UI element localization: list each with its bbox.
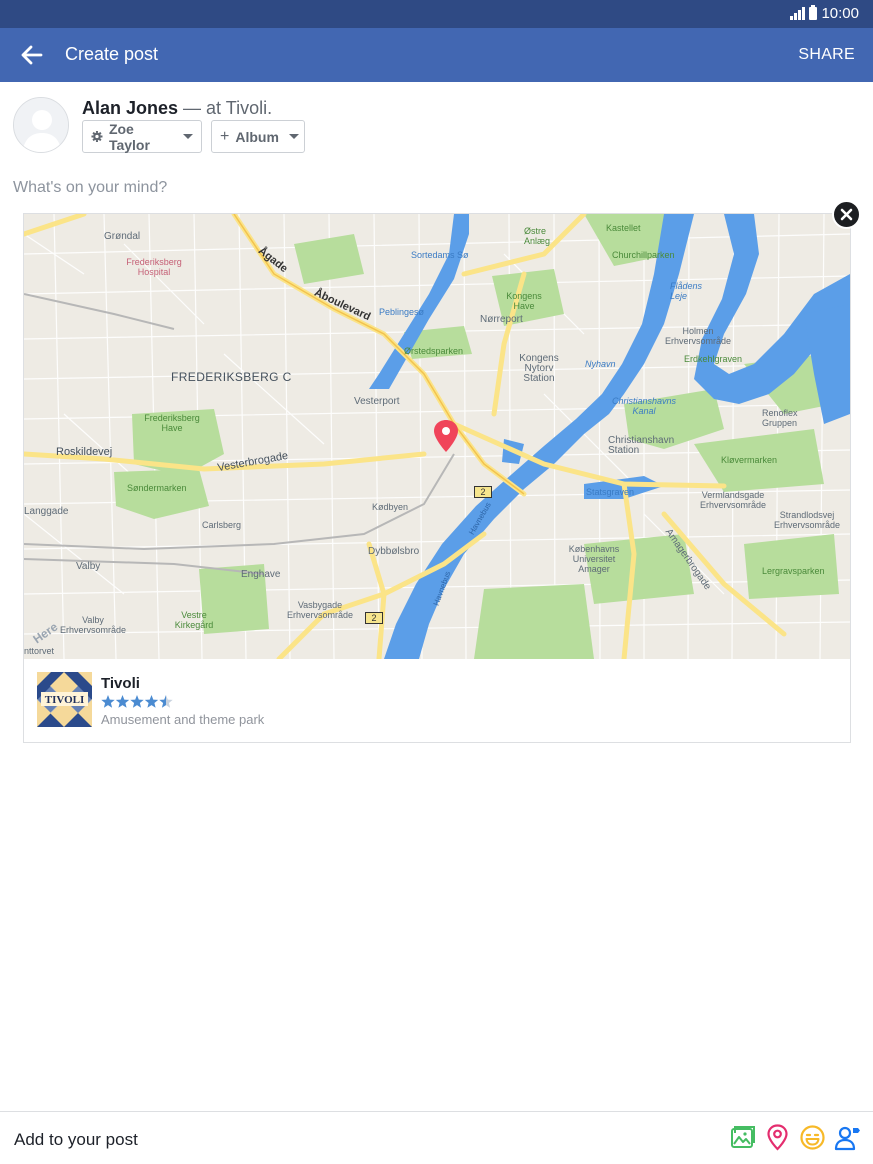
map-attribution: Here [30,619,61,647]
map-label: Christianshavns Kanal [611,396,677,416]
map-label: Vesterport [354,396,400,407]
audience-label: Zoe Taylor [108,120,150,153]
album-label: Album [235,128,279,145]
map-label: Statsgraven [586,487,635,497]
tag-people-icon[interactable] [834,1124,861,1151]
map-label: Havnebus [431,570,453,607]
map-label: Søndermarken [127,483,187,493]
map-label: Churchillparken [612,250,675,260]
battery-icon [809,5,818,20]
map-label: FREDERIKSBERG C [171,370,292,384]
map-label: Kongens Nytorv Station [519,353,559,384]
rating-stars [101,694,176,710]
map-label: Åboulevard [312,286,373,324]
map-label: Vermlandsgade Erhvervsområde [699,490,767,510]
map-label: nttorvet [24,646,55,656]
map-label: Kløvermarken [721,455,778,465]
map-label: Renoflex Gruppen [762,408,798,428]
map-label: Amagerbrogade [662,526,713,593]
author-name[interactable]: Alan Jones [82,98,178,118]
map-label: Ågade [255,244,290,276]
map-label: Vasbygade Erhvervsområde [286,600,354,620]
map-label: Carlsberg [202,520,242,530]
feeling-icon[interactable] [799,1124,826,1151]
default-avatar-icon [14,98,68,152]
app-bar: Create post SHARE [0,28,873,82]
signal-icon [790,7,806,20]
map-view[interactable]: Grøndal Frederiksberg Hospital Ågade Åbo… [24,214,850,659]
tivoli-logo: TIVOLI [37,672,92,727]
photo-icon[interactable] [729,1124,756,1151]
author-line: Alan Jones — at Tivoli. [82,98,272,119]
map-label: Kødbyen [372,502,409,512]
add-to-post-icons [729,1124,861,1151]
plus-icon: + [220,127,230,145]
map-pin-icon [434,420,458,452]
place-info[interactable]: TIVOLI Tivoli Amusement and theme park [24,660,850,743]
chevron-down-icon [183,134,193,139]
map-label: Kastellet [606,223,641,233]
map-label: Erdkehlgraven [684,354,743,364]
map-label: Valby [76,561,101,572]
add-to-post-bar[interactable]: Add to your post [0,1111,873,1164]
post-text-input[interactable] [13,177,853,199]
status-indicators: 10:00 [790,5,859,22]
map-label: Københavns Universitet Amager [568,544,620,574]
logo-image: TIVOLI [37,672,92,727]
map-label: Kongens Have [506,291,542,311]
back-button[interactable] [20,43,46,67]
checkin-location[interactable]: Tivoli. [226,98,272,118]
map-label: Vestre Kirkegård [174,610,214,630]
map-label: Roskildevej [56,446,113,458]
map-label: Enghave [241,569,281,580]
audience-selector[interactable]: Zoe Taylor [82,120,202,153]
map-label: Vesterbrogade [216,449,290,475]
star-rating-icon [101,695,173,708]
logo-text: TIVOLI [45,694,85,706]
status-time: 10:00 [821,5,859,22]
map-label: Havnebus [467,500,493,537]
map-label: Ørstedsparken [404,346,464,356]
map-label: Valby Erhvervsområde [59,615,127,635]
map-label: Lergravsparken [762,566,825,576]
share-button[interactable]: SHARE [798,46,855,64]
map-label: Nørreport [480,314,523,325]
map-label: Østre Anlæg [524,226,551,246]
avatar[interactable] [13,97,69,153]
map-label: Peblingesø [379,307,425,317]
location-card[interactable]: Grøndal Frederiksberg Hospital Ågade Åbo… [23,213,851,743]
place-name: Tivoli [101,675,140,692]
album-selector[interactable]: + Album [211,120,305,153]
chevron-down-icon [288,134,299,139]
map-label: Holmen Erhvervsområde [664,326,732,346]
map-label: Frederiksberg Have [144,413,200,433]
map-label: Grøndal [104,231,141,242]
remove-location-button[interactable] [832,200,861,229]
road-shield: 2 [474,486,492,498]
add-to-post-label: Add to your post [14,1130,138,1149]
gear-icon [91,130,103,143]
map-label: Strandlodsvej Erhvervsområde [773,510,841,530]
status-bar: 10:00 [0,0,873,28]
location-pin-icon[interactable] [764,1124,791,1151]
page-title: Create post [65,44,159,64]
map-label: Sortedams Sø [411,250,469,260]
map-label: Langgade [24,506,69,517]
map-label: Frederiksberg Hospital [126,257,182,277]
map-label: Flådens Leje [670,281,703,301]
place-category: Amusement and theme park [101,712,265,727]
close-icon [840,208,853,221]
map-label: Dybbølsbro [368,546,420,557]
arrow-left-icon [21,45,43,65]
map-label: Nyhavn [585,359,616,369]
location-prefix: — at [183,98,222,118]
road-shield: 2 [365,612,383,624]
map-label: Christianshavn Station [608,435,675,456]
